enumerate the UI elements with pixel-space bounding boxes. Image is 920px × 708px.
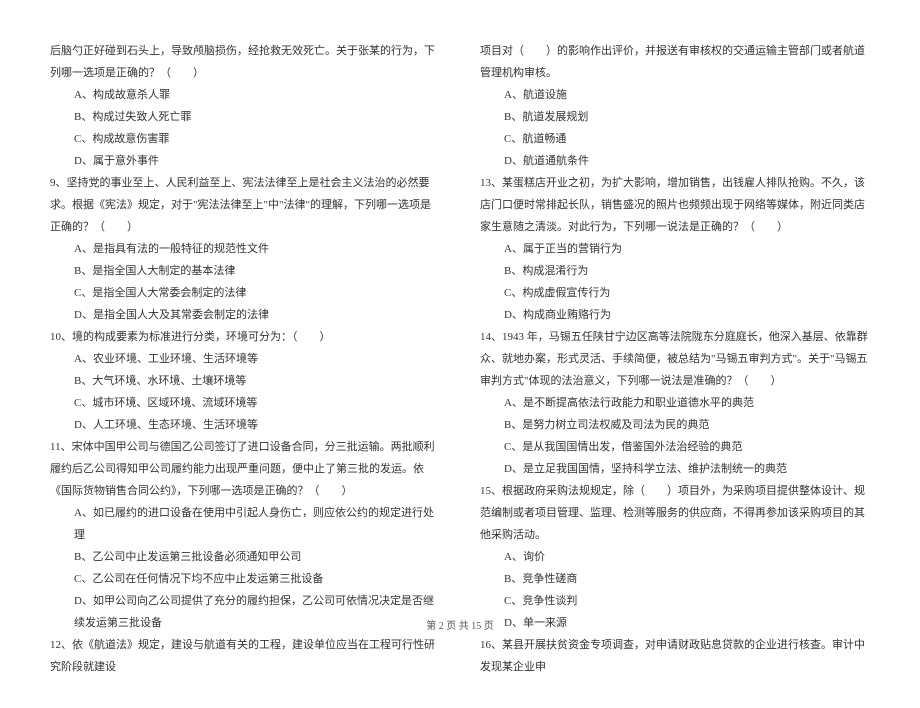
- q12-opt-c: C、航道畅通: [480, 128, 870, 150]
- q11-opt-c: C、乙公司在任何情况下均不应中止发运第三批设备: [50, 568, 440, 590]
- q12-opt-b: B、航道发展规划: [480, 106, 870, 128]
- q15-opt-a: A、询价: [480, 546, 870, 568]
- q15-opt-c: C、竞争性谈判: [480, 590, 870, 612]
- q13-opt-a: A、属于正当的营销行为: [480, 238, 870, 260]
- q14-opt-d: D、是立足我国国情，坚持科学立法、维护法制统一的典范: [480, 458, 870, 480]
- q11-opt-b: B、乙公司中止发运第三批设备必须通知甲公司: [50, 546, 440, 568]
- q8-opt-c: C、构成故意伤害罪: [50, 128, 440, 150]
- q10-opt-d: D、人工环境、生态环境、生活环境等: [50, 414, 440, 436]
- q8-opt-b: B、构成过失致人死亡罪: [50, 106, 440, 128]
- q15: 15、根据政府采购法规规定，除（ ）项目外，为采购项目提供整体设计、规范编制或者…: [480, 480, 870, 546]
- q14: 14、1943 年，马锡五任陕甘宁边区高等法院陇东分庭庭长，他深入基层、依靠群众…: [480, 326, 870, 392]
- q14-opt-b: B、是努力树立司法权威及司法为民的典范: [480, 414, 870, 436]
- q12: 12、依《航道法》规定，建设与航道有关的工程，建设单位应当在工程可行性研究阶段就…: [50, 634, 440, 678]
- q14-opt-a: A、是不断提高依法行政能力和职业道德水平的典范: [480, 392, 870, 414]
- q8-opt-a: A、构成故意杀人罪: [50, 84, 440, 106]
- q9-opt-b: B、是指全国人大制定的基本法律: [50, 260, 440, 282]
- q10-opt-a: A、农业环境、工业环境、生活环境等: [50, 348, 440, 370]
- q10-opt-c: C、城市环境、区域环境、流域环境等: [50, 392, 440, 414]
- q10-opt-b: B、大气环境、水环境、土壤环境等: [50, 370, 440, 392]
- q13: 13、某蛋糕店开业之初，为扩大影响，增加销售，出钱雇人排队抢购。不久，该店门口便…: [480, 172, 870, 238]
- q10: 10、境的构成要素为标准进行分类，环境可分为：（ ）: [50, 326, 440, 348]
- q8-tail: 后脑勺正好碰到石头上，导致颅脑损伤，经抢救无效死亡。关于张某的行为，下列哪一选项…: [50, 40, 440, 84]
- q9: 9、坚持党的事业至上、人民利益至上、宪法法律至上是社会主义法治的必然要求。根据《…: [50, 172, 440, 238]
- q13-opt-b: B、构成混淆行为: [480, 260, 870, 282]
- q9-opt-d: D、是指全国人大及其常委会制定的法律: [50, 304, 440, 326]
- q11-opt-a: A、如已履约的进口设备在使用中引起人身伤亡，则应依公约的规定进行处理: [50, 502, 440, 546]
- q12-tail: 项目对（ ）的影响作出评价，并报送有审核权的交通运输主管部门或者航道管理机构审核…: [480, 40, 870, 84]
- left-column: 后脑勺正好碰到石头上，导致颅脑损伤，经抢救无效死亡。关于张某的行为，下列哪一选项…: [50, 40, 440, 678]
- q9-opt-c: C、是指全国人大常委会制定的法律: [50, 282, 440, 304]
- page-content: 后脑勺正好碰到石头上，导致颅脑损伤，经抢救无效死亡。关于张某的行为，下列哪一选项…: [0, 0, 920, 708]
- q12-opt-d: D、航道通航条件: [480, 150, 870, 172]
- page-footer: 第 2 页 共 15 页: [0, 617, 920, 632]
- q14-opt-c: C、是从我国国情出发，借鉴国外法治经验的典范: [480, 436, 870, 458]
- right-column: 项目对（ ）的影响作出评价，并报送有审核权的交通运输主管部门或者航道管理机构审核…: [480, 40, 870, 678]
- q16: 16、某县开展扶贫资金专项调查，对申请财政贴息贷款的企业进行核查。审计中发现某企…: [480, 634, 870, 678]
- q11: 11、宋体中国甲公司与德国乙公司签订了进口设备合同，分三批运输。两批顺利履约后乙…: [50, 436, 440, 502]
- q13-opt-c: C、构成虚假宣传行为: [480, 282, 870, 304]
- q12-opt-a: A、航道设施: [480, 84, 870, 106]
- q13-opt-d: D、构成商业贿赂行为: [480, 304, 870, 326]
- q15-opt-b: B、竞争性磋商: [480, 568, 870, 590]
- q8-opt-d: D、属于意外事件: [50, 150, 440, 172]
- q9-opt-a: A、是指具有法的一般特征的规范性文件: [50, 238, 440, 260]
